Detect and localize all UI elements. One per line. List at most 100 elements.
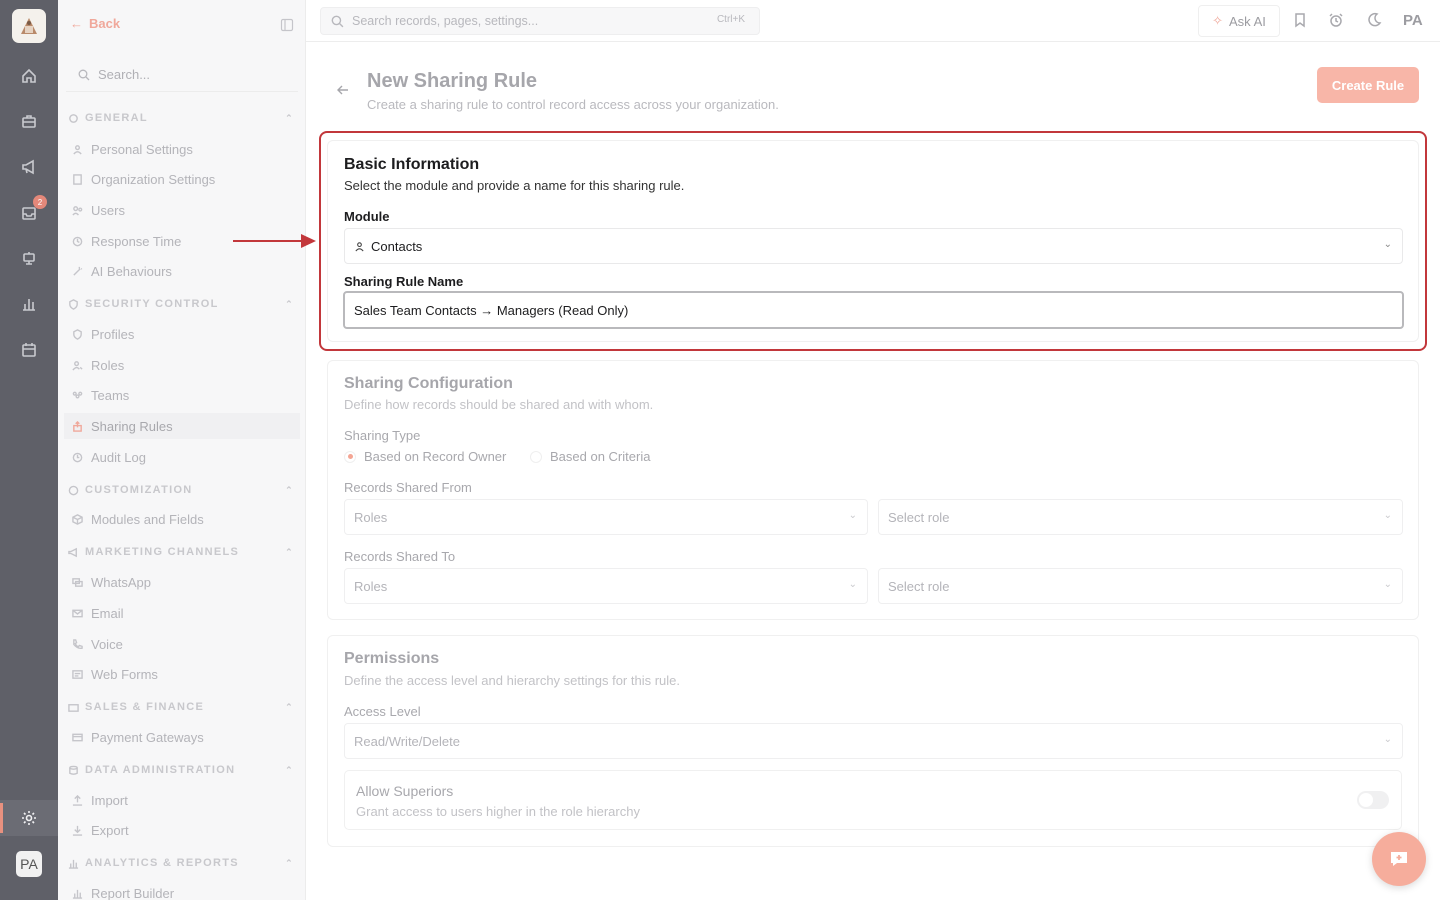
chevron-down-icon: ⌄	[1383, 510, 1392, 521]
back-link[interactable]: ← Back	[70, 16, 120, 31]
ask-ai-button[interactable]: ✧ Ask AI	[1198, 5, 1280, 37]
gear-small-icon	[69, 113, 78, 123]
section-data-administration[interactable]: DATA ADMINISTRATION ⌃	[68, 764, 294, 776]
section-marketing-channels[interactable]: MARKETING CHANNELS ⌃	[68, 546, 294, 558]
upload-icon	[72, 794, 83, 806]
permissions-title: Permissions	[344, 650, 440, 667]
create-rule-button[interactable]: Create Rule	[1317, 67, 1419, 103]
sidebar-item-email[interactable]: Email	[72, 600, 300, 626]
section-title: GENERAL	[85, 112, 148, 124]
global-search-input[interactable]: Search records, pages, settings... Ctrl+…	[320, 7, 760, 35]
page-subtitle: Create a sharing rule to control record …	[367, 97, 779, 112]
sidebar-item-roles[interactable]: Roles	[72, 352, 300, 378]
chat-icon	[72, 577, 83, 587]
permissions-card: Permissions Define the access level and …	[327, 635, 1419, 847]
shared-from-type-value: Roles	[354, 509, 388, 525]
sidebar-item-modules-and-fields[interactable]: Modules and Fields	[72, 506, 300, 532]
sidebar-item-label: Audit Log	[91, 449, 146, 465]
section-general[interactable]: GENERAL ⌃	[68, 112, 294, 124]
gear-icon[interactable]	[19, 808, 39, 828]
shared-from-role-placeholder: Select role	[888, 509, 950, 525]
sidebar-item-label: Profiles	[91, 326, 135, 342]
highlight-box	[319, 131, 1427, 351]
sidebar-item-audit-log[interactable]: Audit Log	[72, 444, 300, 470]
section-security-control[interactable]: SECURITY CONTROL ⌃	[68, 298, 294, 310]
sidebar-item-label: AI Behaviours	[91, 263, 172, 279]
chat-fab-button[interactable]	[1372, 832, 1426, 886]
robot-icon[interactable]	[19, 248, 39, 268]
sidebar-item-import[interactable]: Import	[72, 787, 300, 813]
megaphone-icon[interactable]	[19, 157, 39, 177]
sidebar-item-label: Import	[91, 792, 128, 808]
sidebar-item-organization-settings[interactable]: Organization Settings	[72, 166, 300, 192]
sidebar-item-profiles[interactable]: Profiles	[72, 321, 300, 347]
sidebar-item-teams[interactable]: Teams	[72, 382, 300, 408]
back-label: Back	[89, 16, 121, 31]
database-icon	[69, 765, 78, 775]
share-icon	[73, 420, 82, 432]
search-shortcut: Ctrl+K	[716, 14, 745, 25]
sidebar-item-label: WhatsApp	[91, 574, 151, 590]
section-customization[interactable]: CUSTOMIZATION ⌃	[68, 484, 294, 496]
sidebar-search-input[interactable]: Search...	[66, 58, 298, 92]
credit-card-icon	[72, 733, 83, 741]
access-level-label: Access Level	[344, 704, 421, 719]
bookmark-icon[interactable]	[1292, 12, 1310, 30]
page-back-arrow-icon[interactable]	[335, 82, 351, 98]
allow-superiors-row: Allow Superiors Grant access to users hi…	[344, 770, 1402, 830]
access-level-value: Read/Write/Delete	[354, 733, 460, 749]
sidebar-item-report-builder[interactable]: Report Builder	[72, 880, 300, 900]
briefcase-icon[interactable]	[19, 111, 39, 131]
allow-superiors-toggle[interactable]	[1357, 791, 1389, 809]
sidebar-item-label: Roles	[91, 357, 125, 373]
clock-icon	[72, 236, 83, 246]
shared-from-role-select[interactable]: Select role ⌄	[878, 499, 1403, 535]
sidebar-item-label: Voice	[91, 636, 123, 652]
sidebar-item-whatsapp[interactable]: WhatsApp	[72, 569, 300, 595]
shield-icon	[73, 328, 82, 340]
section-title: SECURITY CONTROL	[85, 298, 219, 310]
section-analytics-reports[interactable]: ANALYTICS & REPORTS ⌃	[68, 857, 294, 869]
chevron-up-icon: ⌃	[285, 113, 294, 123]
shared-from-type-select[interactable]: Roles ⌄	[344, 499, 868, 535]
bar-chart-icon[interactable]	[19, 294, 39, 314]
notification-badge: 2	[33, 195, 47, 209]
sidebar-item-voice[interactable]: Voice	[72, 631, 300, 657]
moon-icon[interactable]	[1366, 12, 1384, 30]
building-icon	[73, 173, 82, 185]
user-avatar[interactable]: PA	[16, 851, 42, 877]
sidebar-item-users[interactable]: Users	[72, 197, 300, 223]
sidebar-collapse-icon[interactable]	[280, 18, 294, 32]
search-icon	[331, 15, 344, 27]
user-initials[interactable]: PA	[1403, 12, 1423, 29]
radio-criteria[interactable]: Based on Criteria	[530, 449, 650, 464]
calendar-icon[interactable]	[19, 340, 39, 360]
shared-to-type-select[interactable]: Roles ⌄	[344, 568, 868, 604]
cube-icon	[72, 513, 83, 525]
sidebar-item-label: Payment Gateways	[91, 729, 204, 745]
chevron-up-icon: ⌃	[285, 299, 294, 309]
sharing-type-label: Sharing Type	[344, 428, 421, 443]
radio-record-owner[interactable]: Based on Record Owner	[344, 449, 506, 464]
palette-icon	[68, 485, 79, 495]
sidebar-item-export[interactable]: Export	[72, 817, 300, 843]
access-level-select[interactable]: Read/Write/Delete ⌄	[344, 723, 1403, 759]
section-sales-finance[interactable]: SALES & FINANCE ⌃	[68, 701, 294, 713]
sidebar-item-web-forms[interactable]: Web Forms	[72, 661, 300, 687]
sidebar-item-payment-gateways[interactable]: Payment Gateways	[72, 724, 300, 750]
app-logo[interactable]	[12, 9, 46, 43]
sidebar-item-sharing-rules[interactable]: Sharing Rules	[64, 413, 300, 439]
megaphone-small-icon	[68, 547, 77, 557]
mail-icon	[72, 609, 83, 617]
home-icon[interactable]	[19, 66, 39, 86]
sidebar-item-ai-behaviours[interactable]: AI Behaviours	[72, 258, 300, 284]
arrow-left-icon: ←	[70, 16, 83, 31]
chevron-up-icon: ⌃	[285, 765, 294, 775]
sidebar-item-personal-settings[interactable]: Personal Settings	[72, 136, 300, 162]
app-rail: 2 PA	[0, 0, 58, 900]
download-icon	[72, 825, 83, 836]
chevron-up-icon: ⌃	[285, 702, 294, 712]
shared-to-role-select[interactable]: Select role ⌄	[878, 568, 1403, 604]
alarm-clock-icon[interactable]	[1328, 12, 1346, 30]
chevron-down-icon: ⌄	[1383, 579, 1392, 590]
